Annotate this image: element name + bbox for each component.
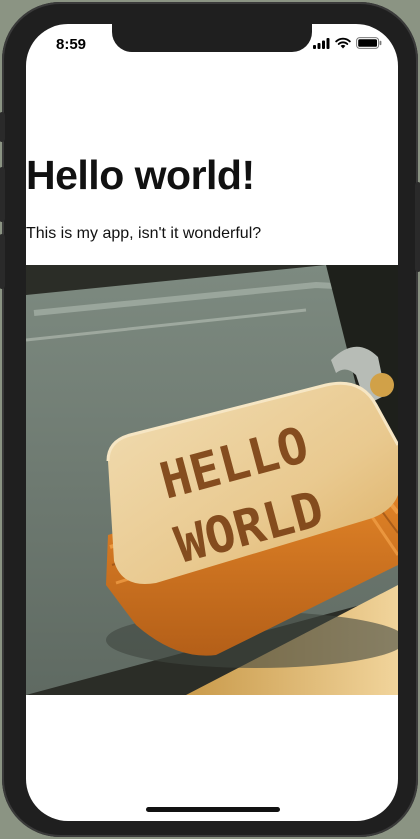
volume-up-button [0, 167, 5, 222]
toast-photo: HELLO WORLD [26, 265, 398, 695]
power-button [415, 182, 420, 272]
page-subtitle: This is my app, isn't it wonderful? [26, 225, 262, 242]
wifi-icon [335, 37, 351, 49]
status-time: 8:59 [56, 36, 87, 53]
battery-icon [356, 37, 382, 49]
home-indicator[interactable] [146, 807, 280, 812]
phone-frame: 8:59 Hello world! This is my app, isn't … [0, 2, 420, 837]
notch [112, 24, 312, 52]
volume-down-button [0, 234, 5, 289]
status-icons [313, 37, 382, 49]
mute-switch [0, 112, 5, 142]
app-screen: 8:59 Hello world! This is my app, isn't … [26, 24, 398, 821]
page-title: Hello world! [26, 152, 255, 198]
signal-icon [313, 37, 330, 49]
